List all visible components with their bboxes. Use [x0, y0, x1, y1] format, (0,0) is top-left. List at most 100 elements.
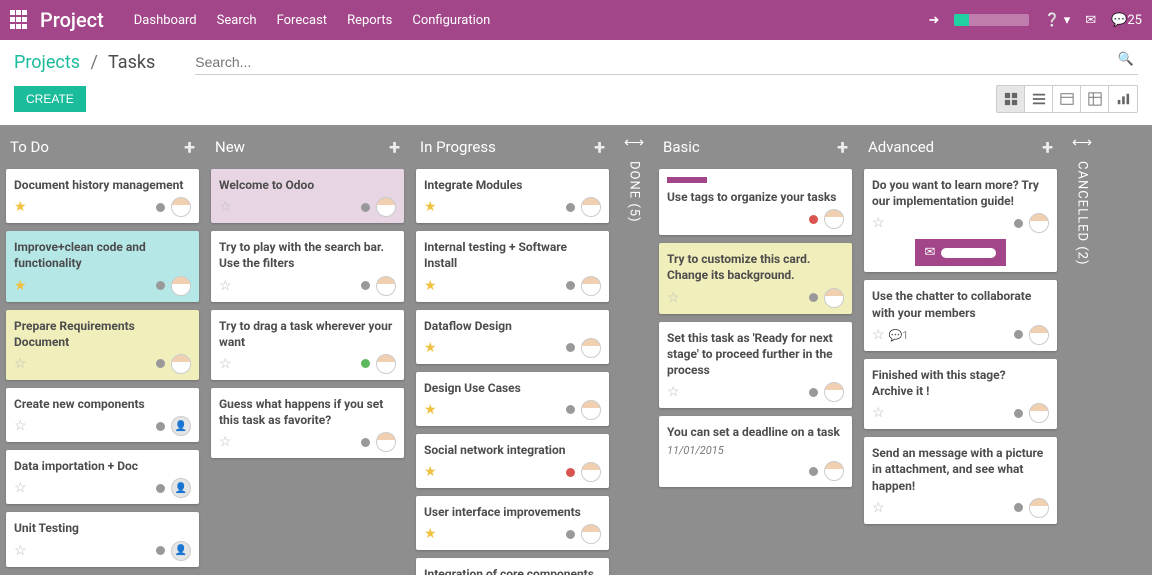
- status-dot[interactable]: [361, 438, 370, 447]
- task-card[interactable]: Use tags to organize your tasks: [659, 169, 852, 235]
- nav-dashboard[interactable]: Dashboard: [134, 13, 197, 28]
- avatar[interactable]: [824, 461, 844, 481]
- status-dot[interactable]: [1014, 219, 1023, 228]
- star-icon[interactable]: ☆: [14, 356, 27, 372]
- avatar[interactable]: [376, 197, 396, 217]
- star-icon[interactable]: ☆: [667, 384, 680, 400]
- status-dot[interactable]: [1014, 409, 1023, 418]
- breadcrumb-root[interactable]: Projects: [14, 52, 80, 73]
- apps-launcher-icon[interactable]: [10, 10, 30, 30]
- status-dot[interactable]: [1014, 503, 1023, 512]
- task-card[interactable]: Data importation + Doc ☆👤: [6, 450, 199, 504]
- star-icon[interactable]: ★: [424, 199, 437, 215]
- star-icon[interactable]: ☆: [219, 434, 232, 450]
- status-dot[interactable]: [361, 281, 370, 290]
- task-card[interactable]: Internal testing + Software Install★: [416, 231, 609, 301]
- status-dot[interactable]: [809, 388, 818, 397]
- star-icon[interactable]: ☆: [14, 418, 27, 434]
- avatar[interactable]: [376, 354, 396, 374]
- star-icon[interactable]: ☆: [219, 356, 232, 372]
- star-icon[interactable]: ☆: [872, 215, 885, 231]
- task-card[interactable]: Try to customize this card. Change its b…: [659, 243, 852, 313]
- star-icon[interactable]: ☆: [872, 500, 885, 516]
- inbox-icon[interactable]: ✉: [1085, 13, 1096, 28]
- nav-reports[interactable]: Reports: [347, 13, 392, 28]
- task-card[interactable]: Use the chatter to collaborate with your…: [864, 280, 1057, 350]
- avatar[interactable]: [376, 432, 396, 452]
- task-card[interactable]: Send an message with a picture in attach…: [864, 437, 1057, 524]
- avatar[interactable]: [581, 524, 601, 544]
- avatar[interactable]: [1029, 498, 1049, 518]
- chat-icon[interactable]: 💬25: [1111, 13, 1142, 28]
- star-icon[interactable]: ★: [424, 526, 437, 542]
- task-card[interactable]: Create new components ☆👤: [6, 388, 199, 442]
- status-dot[interactable]: [566, 405, 575, 414]
- avatar[interactable]: [171, 276, 191, 296]
- avatar[interactable]: [1029, 325, 1049, 345]
- task-card[interactable]: Integration of core components★: [416, 558, 609, 575]
- star-icon[interactable]: ☆: [14, 543, 27, 559]
- task-card[interactable]: You can set a deadline on a task 11/01/2…: [659, 416, 852, 487]
- folded-column-done[interactable]: ⟷ DONE (5): [615, 125, 653, 575]
- nav-configuration[interactable]: Configuration: [412, 13, 490, 28]
- view-kanban-icon[interactable]: [997, 86, 1025, 112]
- status-dot[interactable]: [809, 467, 818, 476]
- star-icon[interactable]: ★: [424, 340, 437, 356]
- status-dot[interactable]: [361, 359, 370, 368]
- avatar[interactable]: [1029, 213, 1049, 233]
- implementation-guide-button[interactable]: ✉: [915, 239, 1007, 266]
- task-card[interactable]: Welcome to Odoo ☆: [211, 169, 404, 223]
- star-icon[interactable]: ☆: [872, 327, 885, 343]
- add-card-icon[interactable]: +: [837, 135, 848, 159]
- status-dot[interactable]: [566, 343, 575, 352]
- task-card[interactable]: Try to play with the search bar. Use the…: [211, 231, 404, 301]
- task-card[interactable]: Finished with this stage? Archive it ! ☆: [864, 359, 1057, 429]
- add-card-icon[interactable]: +: [594, 135, 605, 159]
- task-card[interactable]: Design Use Cases★: [416, 372, 609, 426]
- task-card[interactable]: Try to drag a task wherever your want ☆: [211, 310, 404, 380]
- status-dot[interactable]: [809, 215, 818, 224]
- help-icon[interactable]: ❔ ▾: [1044, 13, 1070, 28]
- view-graph-icon[interactable]: [1109, 86, 1137, 112]
- status-dot[interactable]: [809, 293, 818, 302]
- avatar[interactable]: [1029, 403, 1049, 423]
- add-card-icon[interactable]: +: [184, 135, 195, 159]
- task-card[interactable]: Dataflow Design★: [416, 310, 609, 364]
- task-card[interactable]: Integrate Modules★: [416, 169, 609, 223]
- task-card[interactable]: Document history management ★: [6, 169, 199, 223]
- status-dot[interactable]: [566, 530, 575, 539]
- nav-forecast[interactable]: Forecast: [277, 13, 327, 28]
- view-pivot-icon[interactable]: [1081, 86, 1109, 112]
- avatar[interactable]: [171, 197, 191, 217]
- task-card[interactable]: Prepare Requirements Document ☆: [6, 310, 199, 380]
- status-dot[interactable]: [566, 468, 575, 477]
- add-card-icon[interactable]: +: [1042, 135, 1053, 159]
- star-icon[interactable]: ★: [14, 278, 27, 294]
- avatar[interactable]: [581, 276, 601, 296]
- task-card[interactable]: Set this task as 'Ready for next stage' …: [659, 322, 852, 409]
- star-icon[interactable]: ☆: [219, 278, 232, 294]
- avatar[interactable]: [824, 382, 844, 402]
- task-card[interactable]: Social network integration★: [416, 434, 609, 488]
- folded-column-cancelled[interactable]: ⟷ CANCELLED (2): [1063, 125, 1101, 575]
- view-calendar-icon[interactable]: [1053, 86, 1081, 112]
- search-icon[interactable]: 🔍: [1118, 52, 1134, 67]
- add-card-icon[interactable]: +: [389, 135, 400, 159]
- status-dot[interactable]: [156, 422, 165, 431]
- status-dot[interactable]: [566, 281, 575, 290]
- avatar[interactable]: [824, 288, 844, 308]
- avatar[interactable]: 👤: [171, 478, 191, 498]
- search-input[interactable]: [195, 50, 1138, 75]
- login-icon[interactable]: ➜: [928, 13, 939, 28]
- status-dot[interactable]: [156, 359, 165, 368]
- view-list-icon[interactable]: [1025, 86, 1053, 112]
- star-icon[interactable]: ☆: [872, 405, 885, 421]
- avatar[interactable]: 👤: [171, 541, 191, 561]
- star-icon[interactable]: ☆: [14, 480, 27, 496]
- star-icon[interactable]: ★: [424, 278, 437, 294]
- avatar[interactable]: [171, 354, 191, 374]
- task-card[interactable]: Unit Testing ☆👤: [6, 512, 199, 566]
- avatar[interactable]: [581, 197, 601, 217]
- task-card[interactable]: Do you want to learn more? Try our imple…: [864, 169, 1057, 272]
- nav-search[interactable]: Search: [217, 13, 257, 28]
